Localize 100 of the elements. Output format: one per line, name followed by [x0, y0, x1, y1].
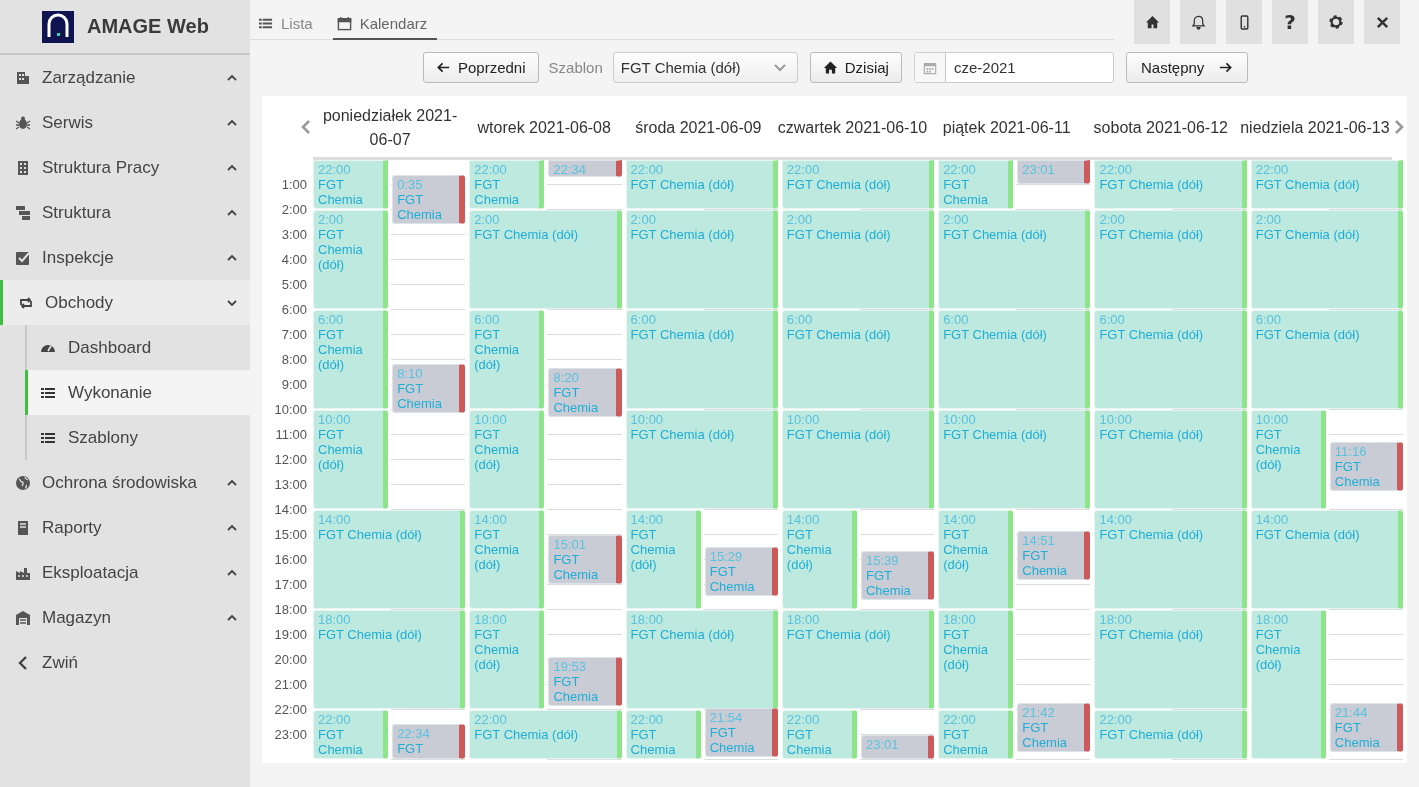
planned-event[interactable]: 2:00 FGT Chemia (dół)	[1094, 210, 1247, 309]
planned-event[interactable]: 22:00 FGT Chemia	[469, 160, 545, 209]
planned-event[interactable]: 10:00 FGT Chemia (dół)	[1250, 410, 1326, 509]
planned-event[interactable]: 22:00 FGT Chemia (dół)	[469, 710, 622, 759]
planned-event[interactable]: 14:00 FGT Chemia (dół)	[781, 510, 857, 609]
planned-event[interactable]: 22:00 FGT Chemia	[313, 160, 389, 209]
planned-event[interactable]: 22:00 FGT Chemia	[625, 710, 701, 759]
notifications-button[interactable]	[1180, 0, 1216, 44]
previous-week-icon[interactable]	[301, 119, 311, 135]
planned-event[interactable]: 22:00 FGT Chemia	[938, 710, 1014, 759]
completed-event[interactable]: 21:44 FGT Chemia	[1329, 703, 1403, 753]
planned-event[interactable]: 22:00 FGT Chemia	[781, 710, 857, 759]
planned-event[interactable]: 18:00 FGT Chemia (dół)	[469, 610, 545, 709]
planned-event[interactable]: 22:00 FGT Chemia (dół)	[1094, 710, 1247, 759]
sidebar-item[interactable]: Struktura	[0, 190, 250, 235]
completed-event[interactable]: 8:20 FGT Chemia	[548, 368, 622, 418]
planned-event[interactable]: 6:00 FGT Chemia (dół)	[313, 310, 389, 409]
collapse-button[interactable]: Zwiń	[0, 640, 250, 685]
planned-event[interactable]: 2:00 FGT Chemia (dół)	[781, 210, 935, 309]
planned-event[interactable]: 18:00 FGT Chemia (dół)	[938, 610, 1014, 709]
planned-event[interactable]: 10:00 FGT Chemia (dół)	[938, 410, 1091, 509]
planned-event[interactable]: 18:00 FGT Chemia (dół)	[625, 610, 778, 709]
settings-button[interactable]	[1318, 0, 1354, 44]
planned-event[interactable]: 18:00 FGT Chemia (dół)	[1250, 610, 1326, 759]
sidebar-item[interactable]: Inspekcje	[0, 235, 250, 280]
planned-event[interactable]: 22:00 FGT Chemia (dół)	[625, 160, 778, 209]
planned-event[interactable]: 14:00 FGT Chemia (dół)	[938, 510, 1014, 609]
completed-event[interactable]: 15:29 FGT Chemia	[704, 547, 778, 597]
planned-event[interactable]: 10:00 FGT Chemia (dół)	[1094, 410, 1247, 509]
planned-event[interactable]: 2:00 FGT Chemia (dół)	[625, 210, 778, 309]
planned-event[interactable]: 6:00 FGT Chemia (dół)	[781, 310, 935, 409]
planned-event[interactable]: 6:00 FGT Chemia (dół)	[1250, 310, 1403, 409]
planned-event[interactable]: 18:00 FGT Chemia (dół)	[781, 610, 935, 709]
planned-event[interactable]: 10:00 FGT Chemia (dół)	[313, 410, 389, 509]
template-select[interactable]: FGT Chemia (dół)	[612, 52, 798, 83]
planned-event[interactable]: 6:00 FGT Chemia (dół)	[1094, 310, 1247, 409]
planned-event[interactable]: 10:00 FGT Chemia (dół)	[781, 410, 935, 509]
planned-event[interactable]: 14:00 FGT Chemia (dół)	[313, 510, 466, 609]
planned-event[interactable]: 22:00 FGT Chemia	[313, 710, 389, 759]
completed-event[interactable]: 11:16 FGT Chemia	[1329, 441, 1403, 491]
planned-event[interactable]: 14:00 FGT Chemia (dół)	[625, 510, 701, 609]
planned-event[interactable]: 2:00 FGT Chemia (dół)	[469, 210, 622, 309]
sidebar-subitem[interactable]: Szablony	[25, 415, 250, 460]
sidebar-item[interactable]: Obchody	[0, 280, 250, 325]
completed-event[interactable]: 21:54 FGT Chemia	[704, 707, 778, 757]
planned-event[interactable]: 14:00 FGT Chemia (dół)	[1094, 510, 1247, 609]
completed-event[interactable]: 0:35 FGT Chemia	[392, 174, 466, 224]
planned-event[interactable]: 18:00 FGT Chemia (dół)	[1094, 610, 1247, 709]
planned-event[interactable]: 22:00 FGT Chemia (dół)	[781, 160, 935, 209]
next-week-icon[interactable]	[1394, 119, 1404, 135]
sidebar-item[interactable]: Ochrona środowiska	[0, 460, 250, 505]
sidebar-subitem[interactable]: Wykonanie	[25, 370, 250, 415]
planned-event[interactable]: 2:00 FGT Chemia (dół)	[1250, 210, 1403, 309]
today-button[interactable]: Dzisiaj	[809, 52, 902, 83]
mobile-button[interactable]	[1226, 0, 1262, 44]
planned-event[interactable]: 14:00 FGT Chemia (dół)	[1250, 510, 1403, 609]
view-tab[interactable]: Kalendarz	[332, 0, 438, 40]
sidebar-item[interactable]: Eksploatacja	[0, 550, 250, 595]
month-field[interactable]: cze-2021	[913, 52, 1114, 83]
view-tab[interactable]: Lista	[254, 0, 323, 40]
planned-event[interactable]: 6:00 FGT Chemia (dół)	[469, 310, 545, 409]
planned-event[interactable]: 22:00 FGT Chemia (dół)	[1250, 160, 1403, 209]
planned-event[interactable]: 2:00 FGT Chemia (dół)	[313, 210, 389, 309]
hour-label: 23:00	[274, 727, 307, 742]
completed-event[interactable]: 8:10 FGT Chemia	[392, 364, 466, 414]
sidebar-item[interactable]: Zarządzanie	[0, 55, 250, 100]
completed-event[interactable]: 22:34 FGT	[392, 724, 466, 759]
completed-event[interactable]: 23:01	[861, 735, 935, 759]
sidebar-subitem[interactable]: Dashboard	[25, 325, 250, 370]
list-icon	[258, 16, 273, 31]
planned-event[interactable]: 22:00 FGT Chemia	[938, 160, 1014, 209]
home-button[interactable]	[1134, 0, 1170, 44]
sidebar-item[interactable]: Serwis	[0, 100, 250, 145]
planned-event[interactable]: 18:00 FGT Chemia (dół)	[313, 610, 466, 709]
completed-event[interactable]: 14:51 FGT Chemia	[1017, 531, 1091, 581]
planned-event[interactable]: 6:00 FGT Chemia (dół)	[625, 310, 778, 409]
bell-icon	[1190, 14, 1206, 30]
help-button[interactable]: ?	[1272, 0, 1308, 44]
sidebar-item[interactable]: Magazyn	[0, 595, 250, 640]
book-icon	[15, 519, 31, 536]
close-button[interactable]	[1364, 0, 1400, 44]
planned-event[interactable]: 2:00 FGT Chemia (dół)	[938, 210, 1091, 309]
completed-event[interactable]: 15:01 FGT Chemia	[548, 535, 622, 585]
completed-event[interactable]: 22:34	[548, 160, 622, 177]
planned-event[interactable]: 14:00 FGT Chemia (dół)	[469, 510, 545, 609]
previous-button[interactable]: Poprzedni	[423, 52, 539, 83]
day-header: poniedziałek 2021-06-07	[321, 105, 459, 150]
sidebar-item[interactable]: Struktura Pracy	[0, 145, 250, 190]
planned-event[interactable]: 6:00 FGT Chemia (dół)	[938, 310, 1091, 409]
planned-event[interactable]: 10:00 FGT Chemia (dół)	[469, 410, 545, 509]
completed-event[interactable]: 19:53 FGT Chemia	[548, 657, 622, 707]
completed-event[interactable]: 23:01	[1017, 160, 1091, 185]
hierarchy-icon	[15, 204, 31, 221]
chevron-icon	[226, 613, 238, 622]
sidebar-item[interactable]: Raporty	[0, 505, 250, 550]
next-button[interactable]: Następny	[1125, 52, 1249, 83]
completed-event[interactable]: 15:39 FGT Chemia	[861, 551, 935, 601]
planned-event[interactable]: 10:00 FGT Chemia (dół)	[625, 410, 778, 509]
completed-event[interactable]: 21:42 FGT Chemia	[1017, 702, 1091, 752]
planned-event[interactable]: 22:00 FGT Chemia (dół)	[1094, 160, 1247, 209]
